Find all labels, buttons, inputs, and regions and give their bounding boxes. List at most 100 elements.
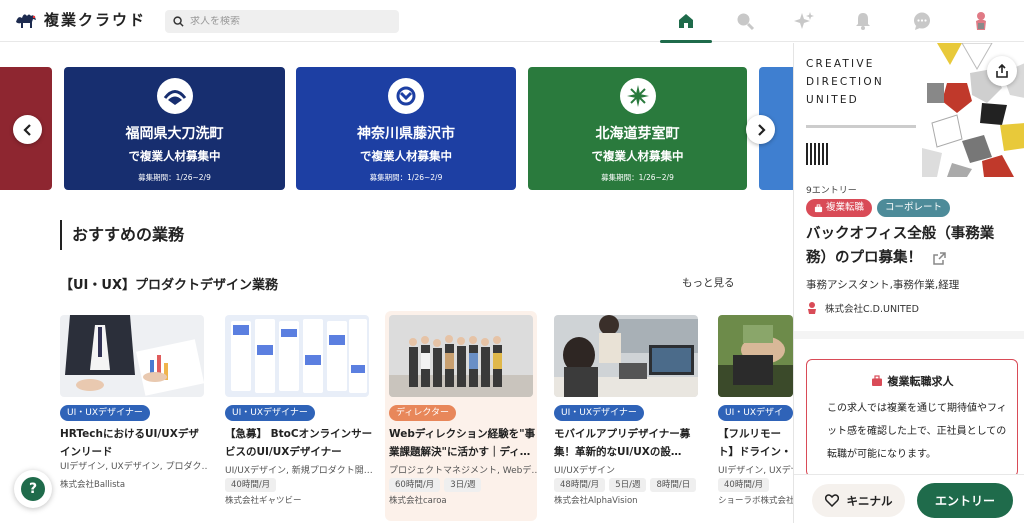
- banner-card[interactable]: 福岡県大刀洗町 で複業人材募集中 募集期間：1/26~2/9: [64, 67, 285, 190]
- carousel-next-button[interactable]: [746, 115, 775, 144]
- condition-chip: 48時間/月: [554, 478, 606, 492]
- job-title: Webディレクション経験を"事業課題解決"に活かす｜ディ…: [389, 428, 536, 458]
- nav-search[interactable]: [719, 0, 771, 42]
- search-bar[interactable]: [165, 10, 399, 33]
- search-icon: [173, 16, 184, 27]
- role-tag: UI・UXデザイナー: [225, 405, 315, 421]
- condition-chip: 5日/週: [609, 478, 647, 492]
- section-title: おすすめの業務: [60, 220, 184, 250]
- banner-subtitle: で複業人材募集中: [360, 149, 452, 163]
- share-icon: [996, 64, 1008, 78]
- home-icon: [679, 14, 693, 28]
- job-thumbnail: [225, 315, 369, 397]
- job-tags: 複業転職 コーポレート: [806, 199, 951, 217]
- tag-label: 複業転職: [826, 202, 865, 213]
- condition-chip: 40時間/月: [718, 478, 770, 492]
- qr-code-icon: [806, 143, 828, 165]
- share-button[interactable]: [987, 56, 1017, 86]
- job-subtitle: 事務アシスタント,事務作業,経理: [806, 279, 960, 291]
- job-title: 【フルリモート】ドライン・テン: [718, 428, 792, 458]
- carousel-prev-button[interactable]: [13, 115, 42, 144]
- nav-home[interactable]: [660, 0, 712, 43]
- job-title: 【急募】 BtoCオンラインサービスのUI/UXデザイナー: [225, 428, 373, 458]
- job-detail-panel: CREATIVE DIRECTION UNITED 9エントリー 複業転職 コー…: [793, 43, 1024, 523]
- category-tag: コーポレート: [877, 199, 951, 217]
- action-footer: キニナル エントリー: [794, 474, 1024, 523]
- banner-card[interactable]: 北海道芽室町 で複業人材募集中 募集期間：1/26~2/9: [528, 67, 747, 190]
- bell-icon: [856, 13, 870, 30]
- entry-count: 9エントリー: [806, 186, 857, 196]
- condition-chip: 60時間/月: [389, 478, 441, 492]
- external-link-icon[interactable]: [933, 251, 946, 265]
- condition-chip: 8時間/日: [650, 478, 697, 492]
- kininaru-label: キニナル: [846, 493, 893, 508]
- company-info[interactable]: 株式会社C.D.UNITED: [806, 301, 919, 315]
- job-card[interactable]: UI・UXデザイナー HRTechにおけるUI/UXデザインリード UIデザイン…: [56, 311, 208, 521]
- banner-period: 募集期間：1/26~2/9: [601, 173, 674, 182]
- info-box-title-text: 複業転職求人: [887, 375, 954, 388]
- job-card[interactable]: UI・UXデザイナー 【フルリモート】ドライン・テン UIデザイン, UXデザ …: [714, 311, 793, 521]
- municipal-emblem-icon: [156, 78, 193, 114]
- cover-brand-text: CREATIVE DIRECTION UNITED: [806, 58, 884, 106]
- condition-chips: 60時間/月 3日/週: [389, 478, 482, 492]
- chevron-left-icon: [22, 123, 31, 136]
- banner-subtitle: で複業人材募集中: [128, 149, 221, 163]
- condition-chip: 40時間/月: [225, 478, 277, 492]
- job-card[interactable]: UI・UXデザイナー モバイルアプリデザイナー募集！革新的なUI/UXの設… U…: [550, 311, 702, 521]
- logo[interactable]: 複業クラウド: [14, 9, 146, 30]
- info-box-body: この求人では複業を通じて期待値やフィット感を確認した上で、正社員としての転職が可…: [827, 403, 1007, 460]
- search-input[interactable]: [190, 16, 390, 27]
- banner-title: 神奈川県藤沢市: [357, 126, 455, 142]
- job-title: バックオフィス全般（事務業務）のプロ募集！: [806, 222, 1011, 270]
- job-thumbnail: [60, 315, 204, 397]
- entry-button[interactable]: エントリー: [917, 483, 1013, 518]
- divider: [794, 331, 1024, 339]
- company-name: ショーラボ株式会社: [718, 496, 793, 506]
- condition-chips: 40時間/月: [225, 478, 277, 492]
- job-skills: プロジェクトマネジメント, Webデ…: [389, 466, 537, 476]
- nav-notifications[interactable]: [837, 0, 889, 42]
- job-thumbnail: [718, 315, 793, 397]
- job-thumbnail: [554, 315, 698, 397]
- see-more-link[interactable]: もっと見る: [682, 275, 735, 290]
- company-name: 株式会社caroa: [389, 496, 447, 506]
- company-name: 株式会社AlphaVision: [554, 496, 638, 506]
- job-skills: UIデザイン, UXデザイン, プロダク…: [60, 462, 208, 472]
- help-button[interactable]: ?: [14, 470, 52, 508]
- category-title: 【UI・UX】プロダクトデザイン業務: [60, 278, 278, 293]
- role-tag: UI・UXデザイナー: [60, 405, 150, 421]
- condition-chips: 48時間/月 5日/週 8時間/日: [554, 478, 697, 492]
- search-icon: [737, 13, 755, 31]
- banner-title: 北海道芽室町: [595, 126, 680, 142]
- nav-messages[interactable]: [896, 0, 948, 42]
- municipal-emblem-icon: [388, 78, 424, 114]
- job-card[interactable]: ディレクター Webディレクション経験を"事業課題解決"に活かす｜ディ… プロジ…: [385, 311, 537, 521]
- nav-recommend[interactable]: [778, 0, 830, 42]
- nav-profile[interactable]: [955, 0, 1007, 42]
- job-title: モバイルアプリデザイナー募集！革新的なUI/UXの設…: [554, 428, 691, 458]
- banner-period: 募集期間：1/26~2/9: [369, 173, 443, 182]
- municipal-emblem-icon: [619, 78, 656, 114]
- job-title-text: バックオフィス全般（事務業務）のプロ募集！: [806, 226, 995, 266]
- job-title: HRTechにおけるUI/UXデザインリード: [60, 428, 199, 458]
- cover-caption-line: [806, 125, 916, 128]
- question-icon: ?: [21, 477, 45, 501]
- job-card[interactable]: UI・UXデザイナー 【急募】 BtoCオンラインサービスのUI/UXデザイナー…: [221, 311, 373, 521]
- banner-title: 福岡県大刀洗町: [125, 126, 224, 142]
- heart-icon: [824, 494, 839, 507]
- info-box: 複業転職求人 この求人では複業を通じて期待値やフィット感を確認した上で、正社員と…: [806, 359, 1018, 477]
- top-header: 複業クラウド: [0, 0, 1024, 43]
- company-name: 株式会社Ballista: [60, 480, 126, 490]
- banner-subtitle: で複業人材募集中: [591, 149, 684, 163]
- main-content: 福岡県大刀洗町 で複業人材募集中 募集期間：1/26~2/9 神奈川県藤沢市 で…: [0, 43, 793, 523]
- banner-period: 募集期間：1/26~2/9: [138, 173, 211, 182]
- role-tag: UI・UXデザイナー: [554, 405, 644, 421]
- camel-logo-icon: [16, 13, 36, 28]
- info-box-title: 複業転職求人: [807, 373, 1017, 389]
- banner-card[interactable]: 神奈川県藤沢市 で複業人材募集中 募集期間：1/26~2/9: [296, 67, 516, 190]
- job-skills: UI/UXデザイン, 新規プロダクト開…: [225, 466, 373, 476]
- kininaru-button[interactable]: キニナル: [812, 484, 905, 517]
- role-tag: ディレクター: [389, 405, 457, 421]
- job-skills: UI/UXデザイン: [554, 466, 616, 476]
- sparkle-icon: [794, 12, 814, 29]
